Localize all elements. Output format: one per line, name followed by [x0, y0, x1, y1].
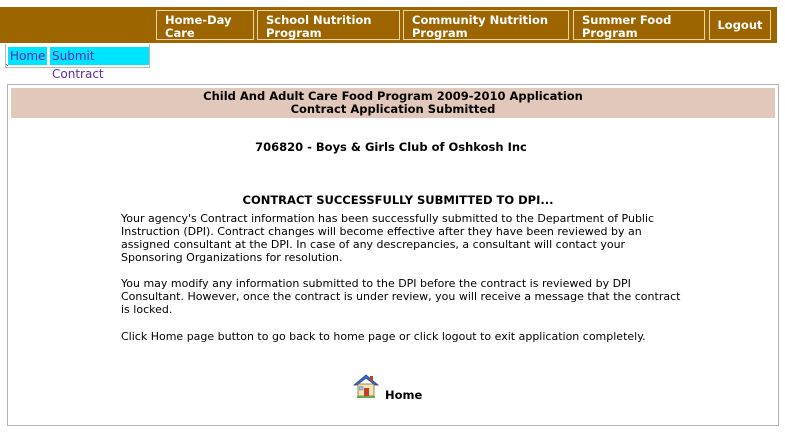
breadcrumb-home-link[interactable]: Home [8, 47, 48, 65]
top-navigation-bar: Home-Day Care School Nutrition Program C… [0, 7, 777, 43]
nav-school-nutrition-program[interactable]: School Nutrition Program [257, 10, 400, 40]
nav-community-nutrition-label-line1: Community Nutrition [412, 13, 549, 27]
organization-name: 706820 - Boys & Girls Club of Oshkosh In… [255, 140, 527, 154]
modification-info-paragraph: You may modify any information submitted… [121, 277, 681, 316]
home-button[interactable]: Home [352, 373, 433, 403]
nav-school-nutrition-label-line1: School Nutrition [266, 13, 372, 27]
house-icon [352, 373, 380, 399]
breadcrumb: Home Submit Contract [5, 44, 150, 81]
page-subtitle: Contract Application Submitted [290, 102, 496, 116]
nav-home-day-care[interactable]: Home-Day Care [156, 10, 254, 40]
nav-summer-food-program[interactable]: Summer Food Program [573, 10, 705, 40]
main-content-panel: Child And Adult Care Food Program 2009-2… [7, 84, 779, 426]
nav-home-day-care-label-line1: Home-Day [165, 13, 232, 27]
success-message: CONTRACT SUCCESSFULLY SUBMITTED TO DPI..… [242, 193, 554, 207]
nav-home-day-care-label-line2: Care [165, 26, 195, 40]
nav-community-nutrition-label-line2: Program [412, 26, 468, 40]
nav-summer-food-label-line1: Summer Food [582, 13, 672, 27]
breadcrumb-submit-contract-link[interactable]: Submit Contract [50, 47, 149, 81]
page-title-header: Child And Adult Care Food Program 2009-2… [11, 88, 775, 118]
submission-info-paragraph: Your agency's Contract information has b… [121, 212, 655, 264]
nav-community-nutrition-program[interactable]: Community Nutrition Program [403, 10, 569, 40]
home-button-label: Home [385, 388, 423, 402]
navigation-info-paragraph: Click Home page button to go back to hom… [121, 330, 646, 343]
nav-school-nutrition-label-line2: Program [266, 26, 322, 40]
stray-mark: ` [5, 64, 10, 75]
logout-label: Logout [717, 18, 763, 32]
nav-summer-food-label-line2: Program [582, 26, 638, 40]
logout-button[interactable]: Logout [709, 10, 771, 40]
